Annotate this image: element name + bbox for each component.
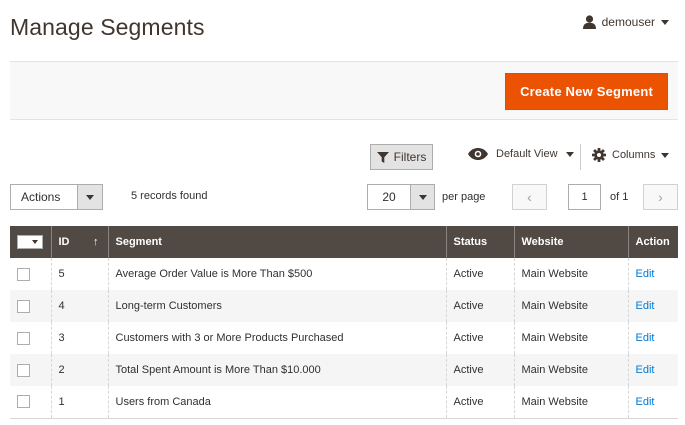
grid-toolbar-bottom: Actions 5 records found 20 per page ‹ of…	[10, 184, 678, 210]
page-number-input[interactable]	[568, 184, 601, 210]
mass-actions-label: Actions	[21, 190, 61, 204]
chevron-down-icon	[410, 185, 434, 209]
gear-icon	[592, 148, 606, 162]
table-row: 1 Users from Canada Active Main Website …	[10, 386, 678, 419]
chevron-down-icon	[32, 240, 38, 244]
per-page-value: 20	[382, 190, 396, 204]
row-checkbox[interactable]	[17, 331, 30, 345]
toolbar-divider	[580, 144, 581, 170]
mass-select-header[interactable]	[10, 226, 51, 258]
column-header-website[interactable]: Website	[513, 226, 628, 258]
per-page-label: per page	[442, 191, 486, 203]
sort-ascending-icon: ↑	[93, 236, 99, 248]
cell-segment: Total Spent Amount is More Than $10.000	[107, 354, 446, 386]
filters-label: Filters	[393, 150, 427, 164]
edit-link[interactable]: Edit	[636, 300, 655, 312]
cell-status: Active	[445, 258, 514, 290]
cell-status: Active	[445, 322, 514, 354]
cell-website: Main Website	[513, 258, 628, 290]
edit-link[interactable]: Edit	[636, 396, 655, 408]
page-total: of 1	[610, 191, 629, 203]
user-menu[interactable]: demouser	[582, 15, 669, 29]
chevron-down-icon	[661, 152, 670, 158]
chevron-down-icon	[77, 185, 102, 209]
cell-status: Active	[445, 354, 514, 386]
column-header-segment[interactable]: Segment	[107, 226, 446, 258]
mass-select-checkbox[interactable]	[17, 235, 43, 249]
table-row: 4 Long-term Customers Active Main Websit…	[10, 290, 678, 322]
cell-id: 3	[50, 322, 108, 354]
cell-website: Main Website	[513, 290, 628, 322]
chevron-down-icon	[661, 19, 669, 25]
row-checkbox[interactable]	[17, 299, 30, 313]
cell-id: 4	[50, 290, 108, 322]
table-row: 5 Average Order Value is More Than $500 …	[10, 258, 678, 290]
filters-button[interactable]: Filters	[370, 144, 433, 170]
cell-id: 1	[50, 386, 108, 419]
cell-status: Active	[445, 290, 514, 322]
column-header-id[interactable]: ID ↑	[50, 226, 108, 258]
cell-website: Main Website	[513, 322, 628, 354]
cell-segment: Users from Canada	[107, 386, 446, 419]
cell-id: 5	[50, 258, 108, 290]
chevron-left-icon: ‹	[527, 189, 532, 205]
eye-icon	[468, 148, 488, 160]
user-icon	[582, 15, 596, 29]
columns-label: Columns	[612, 149, 656, 161]
column-header-action: Action	[627, 226, 678, 258]
per-page-select[interactable]: 20	[367, 184, 435, 210]
edit-link[interactable]: Edit	[636, 268, 655, 280]
cell-segment: Customers with 3 or More Products Purcha…	[107, 322, 446, 354]
row-checkbox[interactable]	[17, 363, 30, 377]
cell-status: Active	[445, 386, 514, 419]
chevron-down-icon	[565, 151, 574, 157]
segments-grid: ID ↑ Segment Status Website Action 5 Ave…	[10, 226, 678, 419]
grid-header-row: ID ↑ Segment Status Website Action	[10, 226, 678, 258]
table-row: 2 Total Spent Amount is More Than $10.00…	[10, 354, 678, 386]
chevron-right-icon: ›	[658, 189, 663, 205]
cell-website: Main Website	[513, 386, 628, 419]
next-page-button[interactable]: ›	[643, 184, 678, 210]
edit-link[interactable]: Edit	[636, 364, 655, 376]
cell-segment: Long-term Customers	[107, 290, 446, 322]
row-checkbox[interactable]	[17, 267, 30, 281]
cell-id: 2	[50, 354, 108, 386]
mass-actions-select[interactable]: Actions	[10, 184, 103, 210]
user-name: demouser	[601, 15, 655, 29]
view-switcher[interactable]: Default View	[468, 148, 574, 160]
cell-segment: Average Order Value is More Than $500	[107, 258, 446, 290]
create-segment-button[interactable]: Create New Segment	[505, 73, 668, 110]
page-title: Manage Segments	[10, 14, 205, 40]
table-row: 3 Customers with 3 or More Products Purc…	[10, 322, 678, 354]
view-label: Default View	[496, 148, 558, 160]
filter-icon	[376, 151, 389, 163]
columns-control[interactable]: Columns	[592, 148, 670, 162]
row-checkbox[interactable]	[17, 395, 30, 409]
grid-toolbar-top: Filters Default View Columns	[10, 144, 678, 170]
column-header-status[interactable]: Status	[445, 226, 514, 258]
page-actions-bar: Create New Segment	[10, 61, 678, 120]
records-count: 5 records found	[131, 190, 208, 202]
previous-page-button[interactable]: ‹	[512, 184, 547, 210]
cell-website: Main Website	[513, 354, 628, 386]
edit-link[interactable]: Edit	[636, 332, 655, 344]
